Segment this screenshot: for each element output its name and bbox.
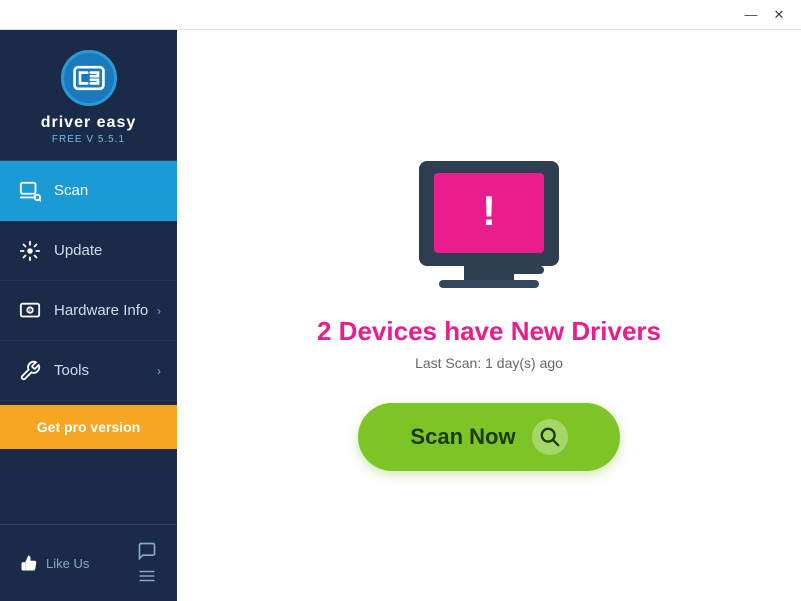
scan-now-label: Scan Now [410, 424, 515, 450]
sidebar-logo: driver easy FREE V 5.5.1 [0, 30, 177, 161]
update-icon [16, 237, 44, 265]
sidebar-bottom: Like Us [0, 524, 177, 601]
sub-text: Last Scan: 1 day(s) ago [415, 355, 563, 371]
title-bar: — ✕ [0, 0, 801, 30]
monitor-screen: ! [434, 173, 544, 253]
thumbs-up-icon [20, 554, 38, 572]
update-label: Update [54, 242, 161, 259]
sidebar: driver easy FREE V 5.5.1 Scan [0, 30, 177, 601]
headline-text: 2 Devices have New Drivers [317, 316, 661, 347]
monitor-stand [464, 266, 514, 280]
sidebar-item-update[interactable]: Update [0, 221, 177, 281]
bottom-icons [137, 541, 157, 585]
app-name: driver easy [41, 114, 137, 132]
close-button[interactable]: ✕ [765, 4, 793, 26]
hardware-info-label: Hardware Info [54, 302, 157, 319]
tools-icon [16, 357, 44, 385]
scan-icon [16, 177, 44, 205]
monitor-base [439, 280, 539, 288]
main-content: ! 2 Devices have New Drivers Last Scan: … [177, 30, 801, 601]
get-pro-button[interactable]: Get pro version [0, 405, 177, 449]
app-logo-icon [61, 50, 117, 106]
chat-icon[interactable] [137, 541, 157, 561]
minimize-button[interactable]: — [737, 4, 765, 26]
menu-icon[interactable] [137, 567, 157, 585]
logo-svg [71, 60, 107, 96]
tools-label: Tools [54, 362, 157, 379]
monitor-illustration: ! [419, 161, 559, 288]
sidebar-item-tools[interactable]: Tools › [0, 341, 177, 401]
tools-arrow: › [157, 364, 161, 378]
main-layout: driver easy FREE V 5.5.1 Scan [0, 30, 801, 601]
sidebar-item-scan[interactable]: Scan [0, 161, 177, 221]
hardware-info-icon: i [16, 297, 44, 325]
scan-label: Scan [54, 182, 161, 199]
sidebar-item-hardware-info[interactable]: i Hardware Info › [0, 281, 177, 341]
monitor-body: ! [419, 161, 559, 266]
like-us-label: Like Us [46, 556, 89, 571]
like-us-button[interactable]: Like Us [20, 554, 89, 572]
scan-now-button[interactable]: Scan Now [358, 403, 619, 471]
exclamation-mark: ! [482, 190, 496, 232]
scan-now-icon [532, 419, 568, 455]
app-version: FREE V 5.5.1 [52, 134, 125, 145]
hardware-info-arrow: › [157, 304, 161, 318]
sidebar-spacer [0, 449, 177, 524]
